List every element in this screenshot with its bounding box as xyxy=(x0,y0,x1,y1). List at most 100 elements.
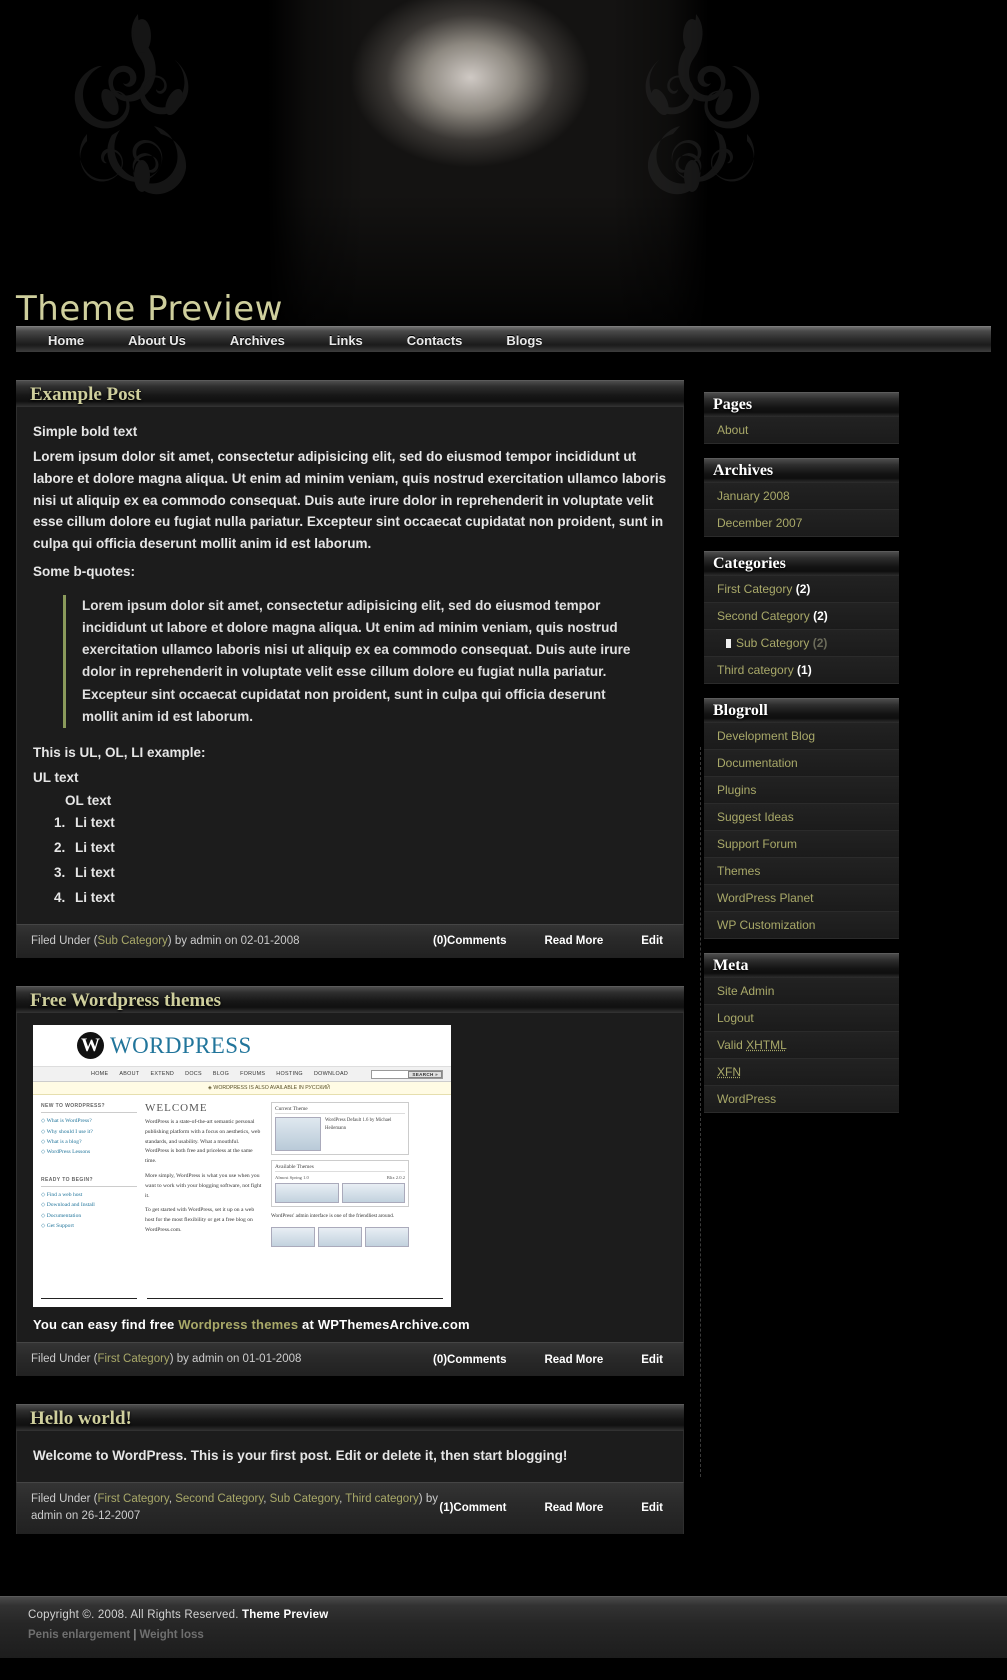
nav-item-contacts[interactable]: Contacts xyxy=(385,333,485,348)
widget-list: January 2008 December 2007 xyxy=(704,483,899,537)
content-column: Example Post Simple bold text Lorem ipsu… xyxy=(16,380,684,1562)
wp-middle-column: WELCOME WordPress is a state-of-the-art … xyxy=(145,1102,263,1247)
list-item: Third category (1) xyxy=(704,657,899,684)
wp-search-box[interactable]: SEARCH » xyxy=(371,1070,443,1079)
wp-nav-item[interactable]: DOWNLOAD xyxy=(314,1071,348,1077)
wp-nav-item[interactable]: EXTEND xyxy=(150,1071,174,1077)
footer-link-weight-loss[interactable]: Weight loss xyxy=(139,1629,203,1641)
unordered-list: UL text xyxy=(33,767,667,789)
read-more-link[interactable]: Read More xyxy=(506,1502,603,1514)
sidebar-link-january-2008[interactable]: January 2008 xyxy=(704,483,899,509)
sidebar-link-sub-category[interactable]: Sub Category (2) xyxy=(704,630,899,656)
list-item: Documentation xyxy=(704,750,899,777)
list-item: Valid XHTML xyxy=(704,1032,899,1059)
edit-link[interactable]: Edit xyxy=(603,935,663,947)
list-item: Li text xyxy=(69,837,667,859)
post-free-wordpress-themes: Free Wordpress themes W WORDPRESS HOME A… xyxy=(16,986,684,1376)
ol-text: OL text xyxy=(65,793,111,808)
wp-search-button[interactable]: SEARCH » xyxy=(408,1071,442,1078)
widget-meta: Meta Site Admin Logout Valid XHTML XFN W… xyxy=(704,953,899,1113)
edit-link[interactable]: Edit xyxy=(603,1502,663,1514)
wp-welcome-p3: To get started with WordPress, set it up… xyxy=(145,1206,263,1235)
sidebar-link-plugins[interactable]: Plugins xyxy=(704,777,899,803)
ornament-flourish-left-icon xyxy=(42,6,242,236)
edit-link[interactable]: Edit xyxy=(603,1354,663,1366)
wp-left-link[interactable]: ◇ What is a blog? xyxy=(41,1137,137,1147)
list-item: WordPress Planet xyxy=(704,885,899,912)
wp-available-themes-panel: Available Themes Almost Spring 1.0 Blix … xyxy=(271,1160,409,1207)
comments-link[interactable]: (0)Comments xyxy=(433,935,506,947)
meta-category-link[interactable]: Second Category xyxy=(175,1493,263,1505)
sidebar-link-themes[interactable]: Themes xyxy=(704,858,899,884)
sidebar-link-about[interactable]: About xyxy=(704,417,899,443)
post-blockquote: Lorem ipsum dolor sit amet, consectetur … xyxy=(63,595,633,728)
comments-link[interactable]: (0)Comments xyxy=(433,1354,506,1366)
sidebar-link-third-category[interactable]: Third category (1) xyxy=(704,657,899,683)
wp-left-link[interactable]: ◇ WordPress Lessons xyxy=(41,1147,137,1157)
nav-item-about-us[interactable]: About Us xyxy=(106,333,208,348)
list-item: Support Forum xyxy=(704,831,899,858)
sidebar-link-logout[interactable]: Logout xyxy=(704,1005,899,1031)
category-label: First Category xyxy=(717,582,792,596)
wp-nav: HOME ABOUT EXTEND DOCS BLOG FORUMS HOSTI… xyxy=(33,1067,451,1082)
wp-nav-item[interactable]: HOSTING xyxy=(276,1071,303,1077)
wp-nav-item[interactable]: BLOG xyxy=(213,1071,229,1077)
wp-left-link[interactable]: ◇ Documentation xyxy=(41,1211,137,1221)
sidebar-link-wordpress-planet[interactable]: WordPress Planet xyxy=(704,885,899,911)
meta-category-link[interactable]: Sub Category xyxy=(270,1493,339,1505)
sidebar-link-december-2007[interactable]: December 2007 xyxy=(704,510,899,536)
widget-title: Meta xyxy=(713,958,749,974)
wp-welcome-p1: WordPress is a state-of-the-art semantic… xyxy=(145,1118,263,1167)
sidebar-link-documentation[interactable]: Documentation xyxy=(704,750,899,776)
sidebar-link-site-admin[interactable]: Site Admin xyxy=(704,978,899,1004)
footer-bottom-bar xyxy=(0,1658,1007,1680)
widget-title-bar: Archives xyxy=(704,458,899,483)
meta-category-link[interactable]: First Category xyxy=(97,1353,169,1365)
wp-left-link[interactable]: ◇ What is WordPress? xyxy=(41,1116,137,1126)
nav-item-archives[interactable]: Archives xyxy=(208,333,307,348)
read-more-link[interactable]: Read More xyxy=(506,935,603,947)
wp-left-link[interactable]: ◇ Why should I use it? xyxy=(41,1127,137,1137)
footer-link-penis-enlargement[interactable]: Penis enlargement xyxy=(28,1629,130,1641)
list-item: Li text xyxy=(69,887,667,909)
wp-left-link[interactable]: ◇ Get Support xyxy=(41,1221,137,1231)
nav-item-links[interactable]: Links xyxy=(307,333,385,348)
wp-screenshot-caption: WordPress' admin interface is one of the… xyxy=(271,1212,409,1221)
list-item: January 2008 xyxy=(704,483,899,510)
sidebar-link-development-blog[interactable]: Development Blog xyxy=(704,723,899,749)
sidebar-link-wp-customization[interactable]: WP Customization xyxy=(704,912,899,938)
wp-theme-thumb xyxy=(342,1183,406,1203)
sidebar-link-valid-xhtml[interactable]: Valid XHTML xyxy=(704,1032,899,1058)
wordpress-logo-icon: W xyxy=(77,1032,104,1059)
post-meta: Filed Under (First Category) by admin on… xyxy=(16,1342,684,1376)
meta-category-link[interactable]: First Category xyxy=(97,1493,168,1505)
sidebar-link-suggest-ideas[interactable]: Suggest Ideas xyxy=(704,804,899,830)
wp-left-link[interactable]: ◇ Download and Install xyxy=(41,1200,137,1210)
meta-category-link[interactable]: Sub Category xyxy=(97,935,167,947)
wp-nav-item[interactable]: HOME xyxy=(91,1071,108,1077)
sidebar-link-support-forum[interactable]: Support Forum xyxy=(704,831,899,857)
wp-nav-item[interactable]: FORUMS xyxy=(240,1071,265,1077)
wp-nav-item[interactable]: DOCS xyxy=(185,1071,202,1077)
caption-link[interactable]: Wordpress themes xyxy=(178,1317,298,1332)
wp-nav-item[interactable]: ABOUT xyxy=(119,1071,139,1077)
nav-item-home[interactable]: Home xyxy=(26,333,106,348)
list-item: December 2007 xyxy=(704,510,899,537)
meta-category-link[interactable]: Third category xyxy=(345,1493,419,1505)
sidebar-link-first-category[interactable]: First Category (2) xyxy=(704,576,899,602)
nav-item-blogs[interactable]: Blogs xyxy=(484,333,564,348)
sidebar-link-xfn[interactable]: XFN xyxy=(704,1059,899,1085)
comments-link[interactable]: (1)Comment xyxy=(439,1502,506,1514)
list-item: About xyxy=(704,417,899,444)
widget-title-bar: Categories xyxy=(704,551,899,576)
post-title: Free Wordpress themes xyxy=(30,991,221,1010)
post-paragraph: Lorem ipsum dolor sit amet, consectetur … xyxy=(33,446,667,555)
wp-left-link[interactable]: ◇ Find a web host xyxy=(41,1190,137,1200)
list-item: Logout xyxy=(704,1005,899,1032)
read-more-link[interactable]: Read More xyxy=(506,1354,603,1366)
sidebar-link-wordpress[interactable]: WordPress xyxy=(704,1086,899,1112)
widget-title: Categories xyxy=(713,556,786,572)
sidebar-link-second-category[interactable]: Second Category (2) xyxy=(704,603,899,629)
list-example-block: This is UL, OL, LI example: UL text OL t… xyxy=(33,742,667,909)
wordpress-wordmark: WORDPRESS xyxy=(110,1033,252,1059)
